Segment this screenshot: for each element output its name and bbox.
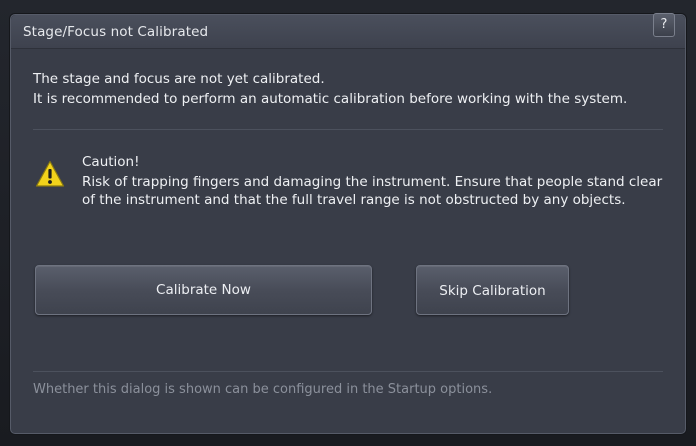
background-frame: Stage/Focus not Calibrated ? The stage a… <box>0 0 696 446</box>
calibrate-now-button[interactable]: Calibrate Now <box>35 265 372 315</box>
skip-calibration-button[interactable]: Skip Calibration <box>416 265 569 315</box>
help-button[interactable]: ? <box>653 13 675 37</box>
dialog-titlebar: Stage/Focus not Calibrated ? <box>11 13 685 49</box>
intro-line-2: It is recommended to perform an automati… <box>33 91 628 107</box>
calibration-dialog: Stage/Focus not Calibrated ? The stage a… <box>10 13 686 434</box>
caution-message: Caution! Risk of trapping fingers and da… <box>82 153 672 209</box>
divider-top <box>33 129 663 130</box>
dialog-title: Stage/Focus not Calibrated <box>23 24 209 40</box>
intro-message: The stage and focus are not yet calibrat… <box>33 69 673 109</box>
caution-title: Caution! <box>82 154 140 170</box>
footer-note: Whether this dialog is shown can be conf… <box>33 382 493 397</box>
warning-triangle-icon <box>35 160 65 187</box>
divider-bottom <box>33 371 663 372</box>
intro-line-1: The stage and focus are not yet calibrat… <box>33 71 325 87</box>
caution-text: Risk of trapping fingers and damaging th… <box>82 174 663 208</box>
